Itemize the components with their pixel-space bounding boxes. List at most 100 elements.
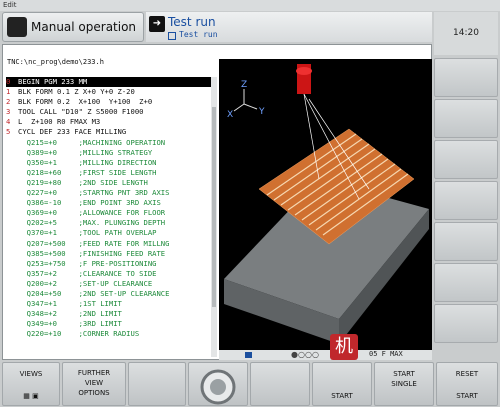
- line-code: Q357=+2 ;CLEARANCE TO SIDE: [18, 268, 157, 278]
- line-code: Q386=-10 ;END POINT 3RD AXIS: [18, 198, 161, 208]
- empty-softkey-2[interactable]: [250, 362, 310, 406]
- hand-icon: [7, 17, 27, 37]
- program-line[interactable]: Q202=+5 ;MAX. PLUNGING DEPTH: [6, 218, 211, 228]
- program-line[interactable]: Q220=+10 ;CORNER RADIUS: [6, 329, 211, 339]
- line-code: Q347=+1 ;1ST LIMIT: [18, 299, 122, 309]
- program-line[interactable]: Q347=+1 ;1ST LIMIT: [6, 299, 211, 309]
- further-view-options-softkey[interactable]: FURTHER VIEW OPTIONS: [62, 362, 126, 406]
- program-line[interactable]: Q370=+1 ;TOOL PATH OVERLAP: [6, 228, 211, 238]
- graphic-status: 05 F MAX: [369, 350, 403, 358]
- line-code: Q227=+0 ;STARTNG PNT 3RD AXIS: [18, 188, 170, 198]
- views-icon: ▦ ▣: [23, 392, 39, 400]
- line-code: Q349=+0 ;3RD LIMIT: [18, 319, 122, 329]
- line-number: 5: [6, 127, 11, 137]
- program-line[interactable]: Q219=+80 ;2ND SIDE LENGTH: [6, 178, 211, 188]
- start-softkey[interactable]: START: [312, 362, 372, 406]
- watermark-logo: 机: [330, 334, 358, 360]
- program-line[interactable]: 3 TOOL CALL "D10" Z S5000 F1000: [6, 107, 211, 117]
- program-line[interactable]: Q207=+500 ;FEED RATE FOR MILLNG: [6, 239, 211, 249]
- simulation-graphic: Z X Y: [219, 59, 432, 359]
- program-scrollbar[interactable]: [211, 77, 217, 357]
- views-softkey[interactable]: VIEWS ▦ ▣: [2, 362, 60, 406]
- line-code: BLK FORM 0.2 X+100 Y+100 Z+0: [18, 97, 153, 107]
- line-code: Q220=+10 ;CORNER RADIUS: [18, 329, 140, 339]
- program-path: TNC:\nc_prog\demo\233.h: [7, 58, 104, 66]
- program-line[interactable]: Q253=+750 ;F PRE-POSITIONING: [6, 259, 211, 269]
- line-code: Q389=+0 ;MILLING STRATEGY: [18, 147, 153, 157]
- axis-x-label: X: [227, 110, 233, 120]
- program-line[interactable]: Q385=+500 ;FINISHING FEED RATE: [6, 249, 211, 259]
- program-line[interactable]: Q389=+0 ;MILLING STRATEGY: [6, 148, 211, 158]
- tab-test-label: Test run: [168, 15, 216, 29]
- line-code: Q370=+1 ;TOOL PATH OVERLAP: [18, 228, 157, 238]
- program-line[interactable]: 0 BEGIN PGM 233 MM: [6, 77, 211, 88]
- program-line[interactable]: Q369=+0 ;ALLOWANCE FOR FLOOR: [6, 208, 211, 218]
- line-code: Q215=+0 ;MACHINING OPERATION: [18, 137, 166, 147]
- line-code: Q204=+50 ;2ND SET-UP CLEARANCE: [18, 288, 170, 298]
- tab-manual-operation[interactable]: Manual operation: [2, 12, 144, 42]
- speed-dial-softkey[interactable]: [188, 362, 248, 406]
- clock: 14:20: [434, 12, 498, 55]
- program-line[interactable]: Q227=+0 ;STARTNG PNT 3RD AXIS: [6, 188, 211, 198]
- program-line[interactable]: Q204=+50 ;2ND SET-UP CLEARANCE: [6, 289, 211, 299]
- line-number: 1: [6, 87, 11, 97]
- line-code: Q219=+80 ;2ND SIDE LENGTH: [18, 177, 148, 187]
- program-line[interactable]: 2 BLK FORM 0.2 X+100 Y+100 Z+0: [6, 97, 211, 107]
- line-code: L Z+100 R0 FMAX M3: [18, 117, 101, 127]
- reset-start-softkey[interactable]: RESET START: [436, 362, 498, 406]
- empty-softkey-1[interactable]: [128, 362, 186, 406]
- program-line[interactable]: Q348=+2 ;2ND LIMIT: [6, 309, 211, 319]
- line-code: Q202=+5 ;MAX. PLUNGING DEPTH: [18, 218, 166, 228]
- tab-manual-label: Manual operation: [31, 20, 137, 34]
- side-softkey-7[interactable]: [434, 304, 498, 343]
- side-softkey-2[interactable]: [434, 99, 498, 138]
- line-number: 4: [6, 117, 11, 127]
- line-code: Q253=+750 ;F PRE-POSITIONING: [18, 258, 157, 268]
- view-indicator-icon: [245, 352, 252, 358]
- line-code: Q385=+500 ;FINISHING FEED RATE: [18, 248, 166, 258]
- vertical-softkey-bar: [434, 58, 498, 358]
- scrollbar-thumb[interactable]: [212, 107, 216, 307]
- line-code: Q348=+2 ;2ND LIMIT: [18, 309, 122, 319]
- side-softkey-1[interactable]: [434, 58, 498, 97]
- side-softkey-5[interactable]: [434, 222, 498, 261]
- program-line[interactable]: Q218=+60 ;FIRST SIDE LENGTH: [6, 168, 211, 178]
- start-single-softkey[interactable]: START SINGLE: [374, 362, 434, 406]
- line-code: TOOL CALL "D10" Z S5000 F1000: [18, 107, 144, 117]
- program-line[interactable]: Q200=+2 ;SET-UP CLEARANCE: [6, 279, 211, 289]
- program-line[interactable]: Q215=+0 ;MACHINING OPERATION: [6, 138, 211, 148]
- window-title: Edit: [0, 0, 500, 11]
- line-number: 3: [6, 107, 11, 117]
- program-line[interactable]: 1 BLK FORM 0.1 Z X+0 Y+0 Z-20: [6, 87, 211, 97]
- program-line[interactable]: Q349=+0 ;3RD LIMIT: [6, 319, 211, 329]
- program-line[interactable]: Q357=+2 ;CLEARANCE TO SIDE: [6, 269, 211, 279]
- speed-dial-icon: [200, 369, 236, 405]
- line-code: BLK FORM 0.1 Z X+0 Y+0 Z-20: [18, 87, 135, 97]
- graphic-status-bar: ●○○○ 05 F MAX: [219, 350, 432, 360]
- side-softkey-6[interactable]: [434, 263, 498, 302]
- softkey-bar: VIEWS ▦ ▣ FURTHER VIEW OPTIONS START STA…: [0, 362, 500, 407]
- line-code: BEGIN PGM 233 MM: [18, 77, 88, 86]
- line-code: CYCL DEF 233 FACE MILLING: [18, 127, 127, 137]
- page-dots-icon: ●○○○: [291, 350, 319, 359]
- program-line[interactable]: 5 CYCL DEF 233 FACE MILLING: [6, 127, 211, 137]
- line-number: 2: [6, 97, 11, 107]
- program-listing[interactable]: 0 BEGIN PGM 233 MM 1 BLK FORM 0.1 Z X+0 Y+0…: [6, 77, 211, 359]
- main-panel: TNC:\nc_prog\demo\233.h 0 BEGIN PGM 233 M…: [2, 44, 432, 360]
- program-line[interactable]: Q350=+1 ;MILLING DIRECTION: [6, 158, 211, 168]
- program-line[interactable]: Q386=-10 ;END POINT 3RD AXIS: [6, 198, 211, 208]
- side-softkey-4[interactable]: [434, 181, 498, 220]
- line-code: Q369=+0 ;ALLOWANCE FOR FLOOR: [18, 208, 166, 218]
- axis-z-label: Z: [241, 80, 247, 90]
- line-code: Q350=+1 ;MILLING DIRECTION: [18, 157, 157, 167]
- line-number: 0: [6, 77, 11, 86]
- test-run-small-icon: [168, 32, 176, 40]
- arrow-icon: ➜: [149, 16, 165, 32]
- program-line[interactable]: 4 L Z+100 R0 FMAX M3: [6, 117, 211, 127]
- axis-y-label: Y: [258, 107, 265, 117]
- tab-test-sublabel: Test run: [179, 30, 218, 39]
- tab-test-run[interactable]: ➜ Test run Test run: [146, 12, 432, 42]
- line-code: Q200=+2 ;SET-UP CLEARANCE: [18, 278, 153, 288]
- side-softkey-3[interactable]: [434, 140, 498, 179]
- line-code: Q207=+500 ;FEED RATE FOR MILLNG: [18, 238, 170, 248]
